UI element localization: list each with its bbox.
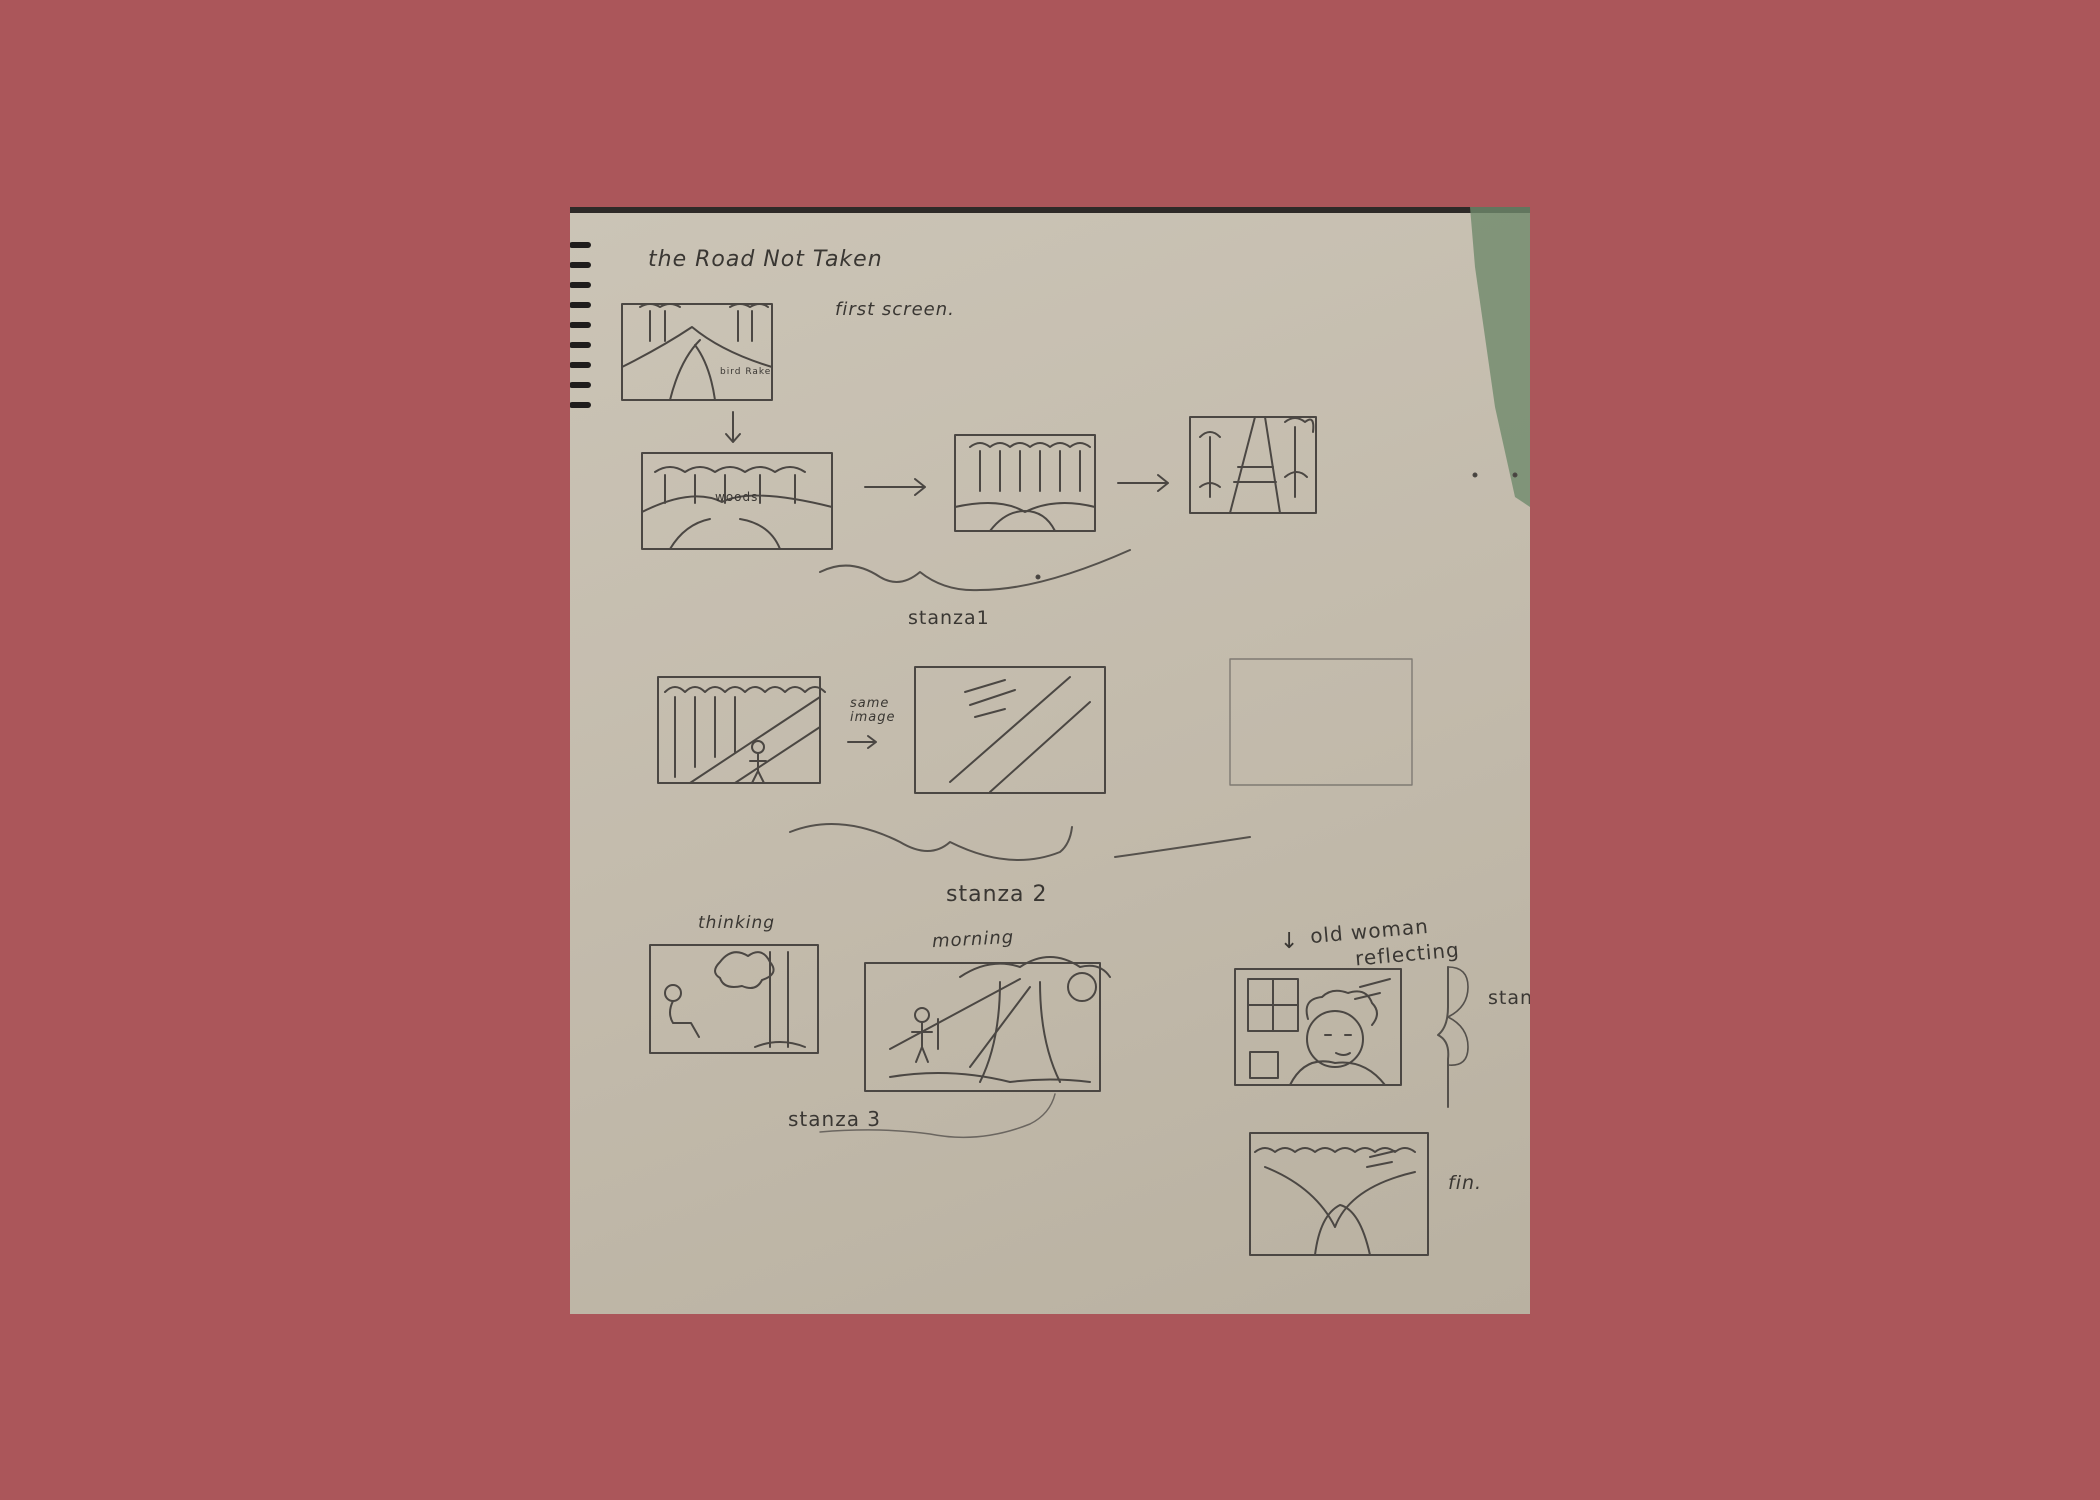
- panel-path-view: [954, 434, 1096, 532]
- panel-forest-path: [1189, 416, 1317, 514]
- panel-first-screen: [621, 303, 773, 401]
- brace-stanza4: [1437, 966, 1450, 1108]
- panel-morning: [864, 956, 1111, 1092]
- label-stanza2: stanza 2: [946, 882, 1048, 907]
- sketch-title: the Road Not Taken: [648, 247, 883, 272]
- spiral-binding: [570, 242, 591, 408]
- brace-stanza1: [819, 549, 1131, 592]
- label-stanza1: stanza1: [908, 607, 990, 629]
- storyboard-drawing: [570, 207, 1530, 1256]
- label-arrow-old-woman: ↓: [1280, 929, 1300, 954]
- panel-old-woman: [1234, 968, 1402, 1086]
- panel-trees-road: [657, 676, 826, 784]
- label-stanza3: stanza 3: [788, 1107, 882, 1131]
- panel-fin: [1249, 1132, 1429, 1256]
- brace-stanza2: [789, 823, 1251, 861]
- label-thinking: thinking: [698, 913, 776, 933]
- panel-thinking: [649, 944, 819, 1054]
- panel1-inner-label: bird Rake: [720, 367, 772, 377]
- fabric-corner: [1470, 207, 1530, 507]
- panel2-woods-label: woods: [715, 490, 759, 504]
- label-morning: morning: [931, 926, 1015, 953]
- panel-blank: [1229, 658, 1413, 786]
- panel-same-image: [914, 666, 1106, 794]
- label-fin: fin.: [1448, 1172, 1483, 1194]
- label-same-image: same image: [850, 696, 896, 725]
- label-stanza4-partial: stan: [1488, 987, 1530, 1009]
- sketchbook-photo: the Road Not Taken first screen. bird Ra…: [570, 207, 1530, 1314]
- caption-first-screen: first screen.: [835, 299, 955, 320]
